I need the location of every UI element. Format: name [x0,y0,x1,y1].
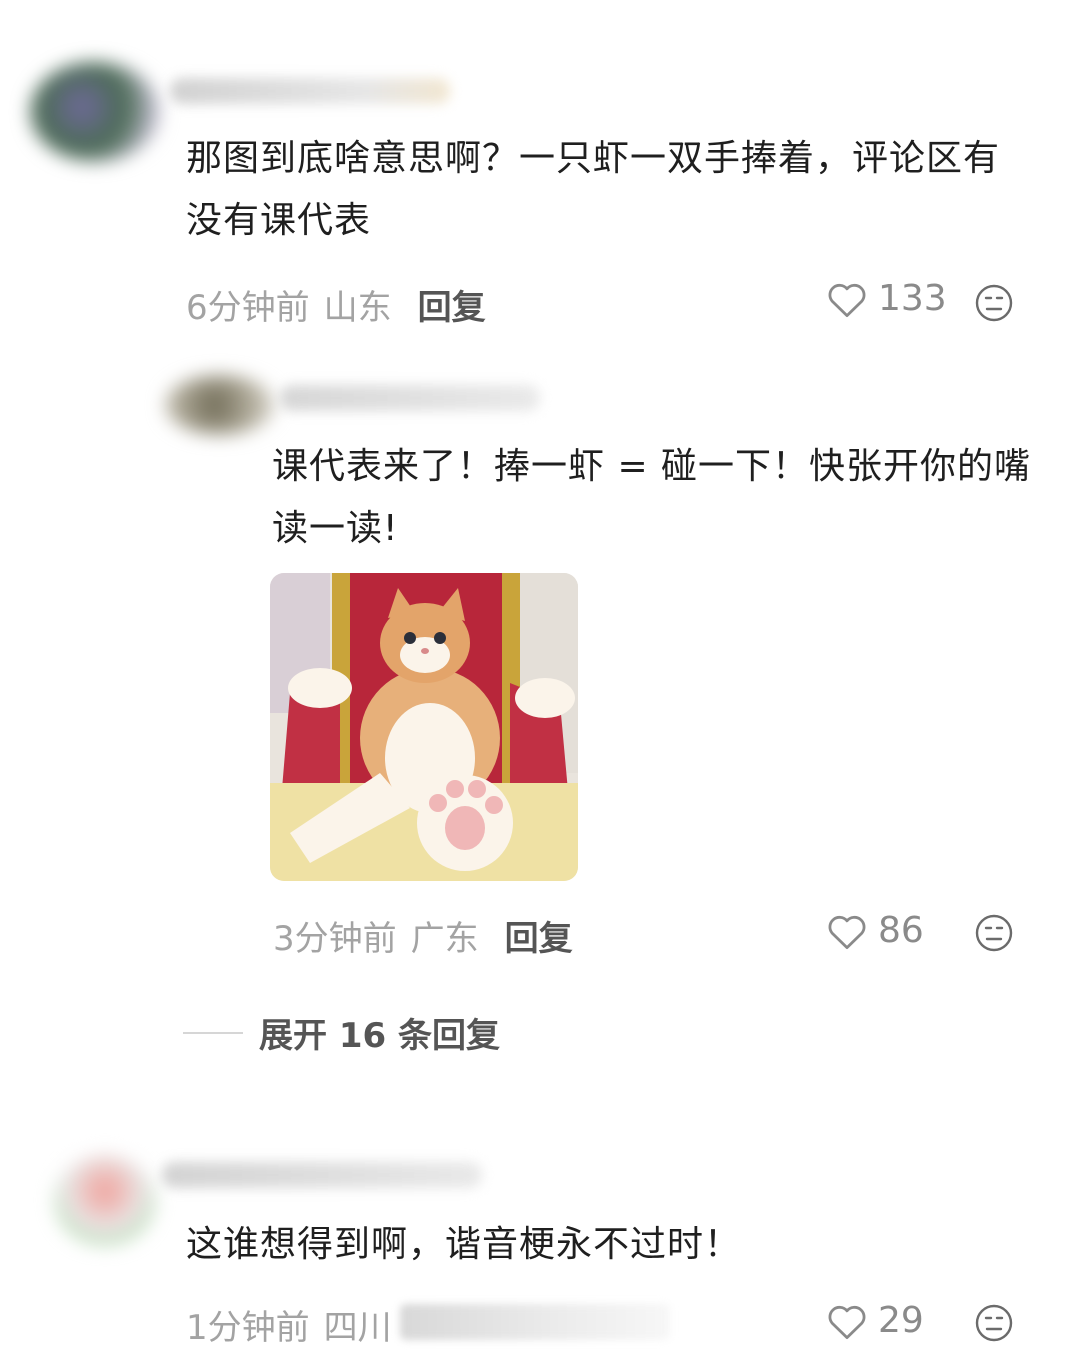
like-count: 133 [878,278,947,319]
neutral-face-icon[interactable] [974,913,1014,953]
neutral-face-icon[interactable] [974,283,1014,323]
heart-outline-icon [828,915,866,949]
username-blurred[interactable] [170,78,450,104]
reply-image-cat[interactable] [270,573,578,881]
comment-time: 1分钟前 [186,1308,310,1348]
comment-region: 山东 [323,288,392,328]
obscured-overlay [400,1304,670,1340]
heart-outline-icon [828,1305,866,1339]
avatar[interactable] [30,62,160,162]
like-count: 29 [878,1300,924,1341]
comment-text: 那图到底啥意思啊？一只虾一双手捧着，评论区有没有课代表 [186,138,1001,241]
like-button[interactable]: 29 [826,1300,924,1341]
reply-region: 广东 [410,919,479,959]
neutral-face-icon[interactable] [974,1303,1014,1343]
reply-button[interactable]: 回复 [505,919,573,959]
comment-meta: 1分钟前 四川 [186,1300,392,1349]
avatar[interactable] [165,375,275,435]
expand-replies-button[interactable]: 展开 16 条回复 [183,1008,500,1057]
like-count: 86 [878,910,924,951]
reply-time: 3分钟前 [273,919,397,959]
username-blurred[interactable] [162,1162,482,1188]
divider-line [183,1031,243,1034]
avatar[interactable] [55,1155,155,1245]
expand-replies-label: 展开 16 条回复 [259,1016,500,1056]
reply-button[interactable]: 回复 [418,288,486,328]
username-blurred[interactable] [280,385,540,411]
reply-meta: 3分钟前 广东 回复 [273,911,573,960]
comment-region: 四川 [323,1308,392,1348]
heart-outline-icon [828,283,866,317]
comment-meta: 6分钟前 山东 回复 [186,280,486,329]
comment-time: 6分钟前 [186,288,310,328]
like-button[interactable]: 86 [826,910,924,951]
cat-on-throne-image [270,573,578,881]
like-button[interactable]: 133 [826,278,947,319]
comment-text: 这谁想得到啊，谐音梗永不过时！ [186,1224,742,1265]
reply-text: 课代表来了！捧一虾 = 碰一下！快张开你的嘴读一读! [272,446,1032,549]
